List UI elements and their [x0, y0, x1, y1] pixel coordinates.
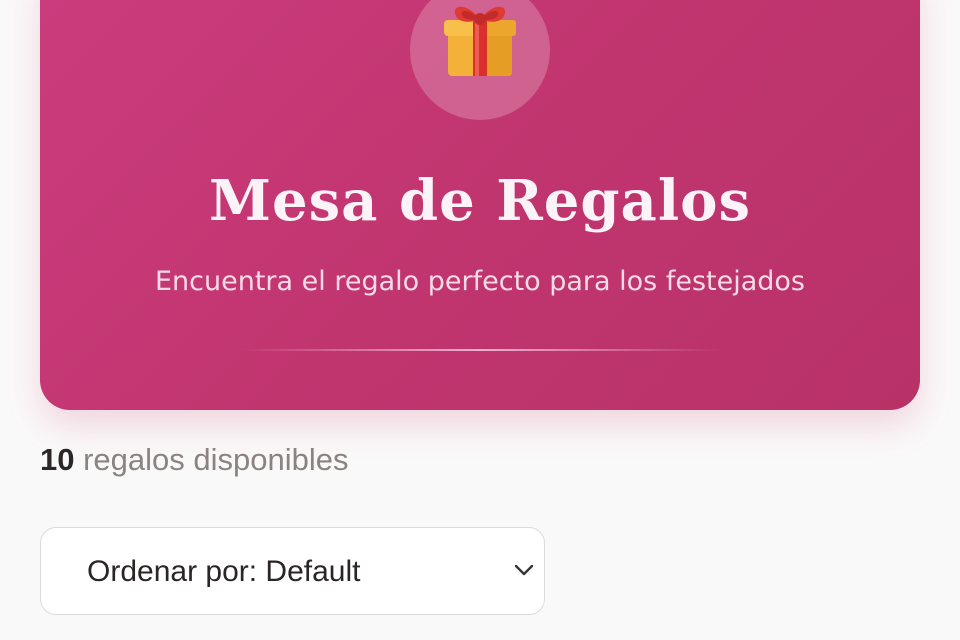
- gift-icon: [444, 6, 516, 76]
- chevron-down-icon: [514, 564, 534, 576]
- gift-icon-badge: [410, 0, 550, 120]
- gift-count-label: regalos disponibles: [83, 442, 349, 477]
- sort-dropdown[interactable]: Ordenar por: Default: [40, 527, 545, 615]
- page-subtitle: Encuentra el regalo perfecto para los fe…: [154, 266, 805, 297]
- page-title: Mesa de Regalos: [209, 168, 751, 234]
- gift-count: 10 regalos disponibles: [40, 440, 349, 480]
- sort-dropdown-label: Ordenar por: Default: [87, 555, 361, 588]
- gift-registry-page: Mesa de Regalos Encuentra el regalo perf…: [0, 0, 960, 640]
- gift-count-number: 10: [40, 442, 75, 477]
- gift-registry-header: Mesa de Regalos Encuentra el regalo perf…: [40, 0, 920, 410]
- header-divider: [240, 349, 720, 351]
